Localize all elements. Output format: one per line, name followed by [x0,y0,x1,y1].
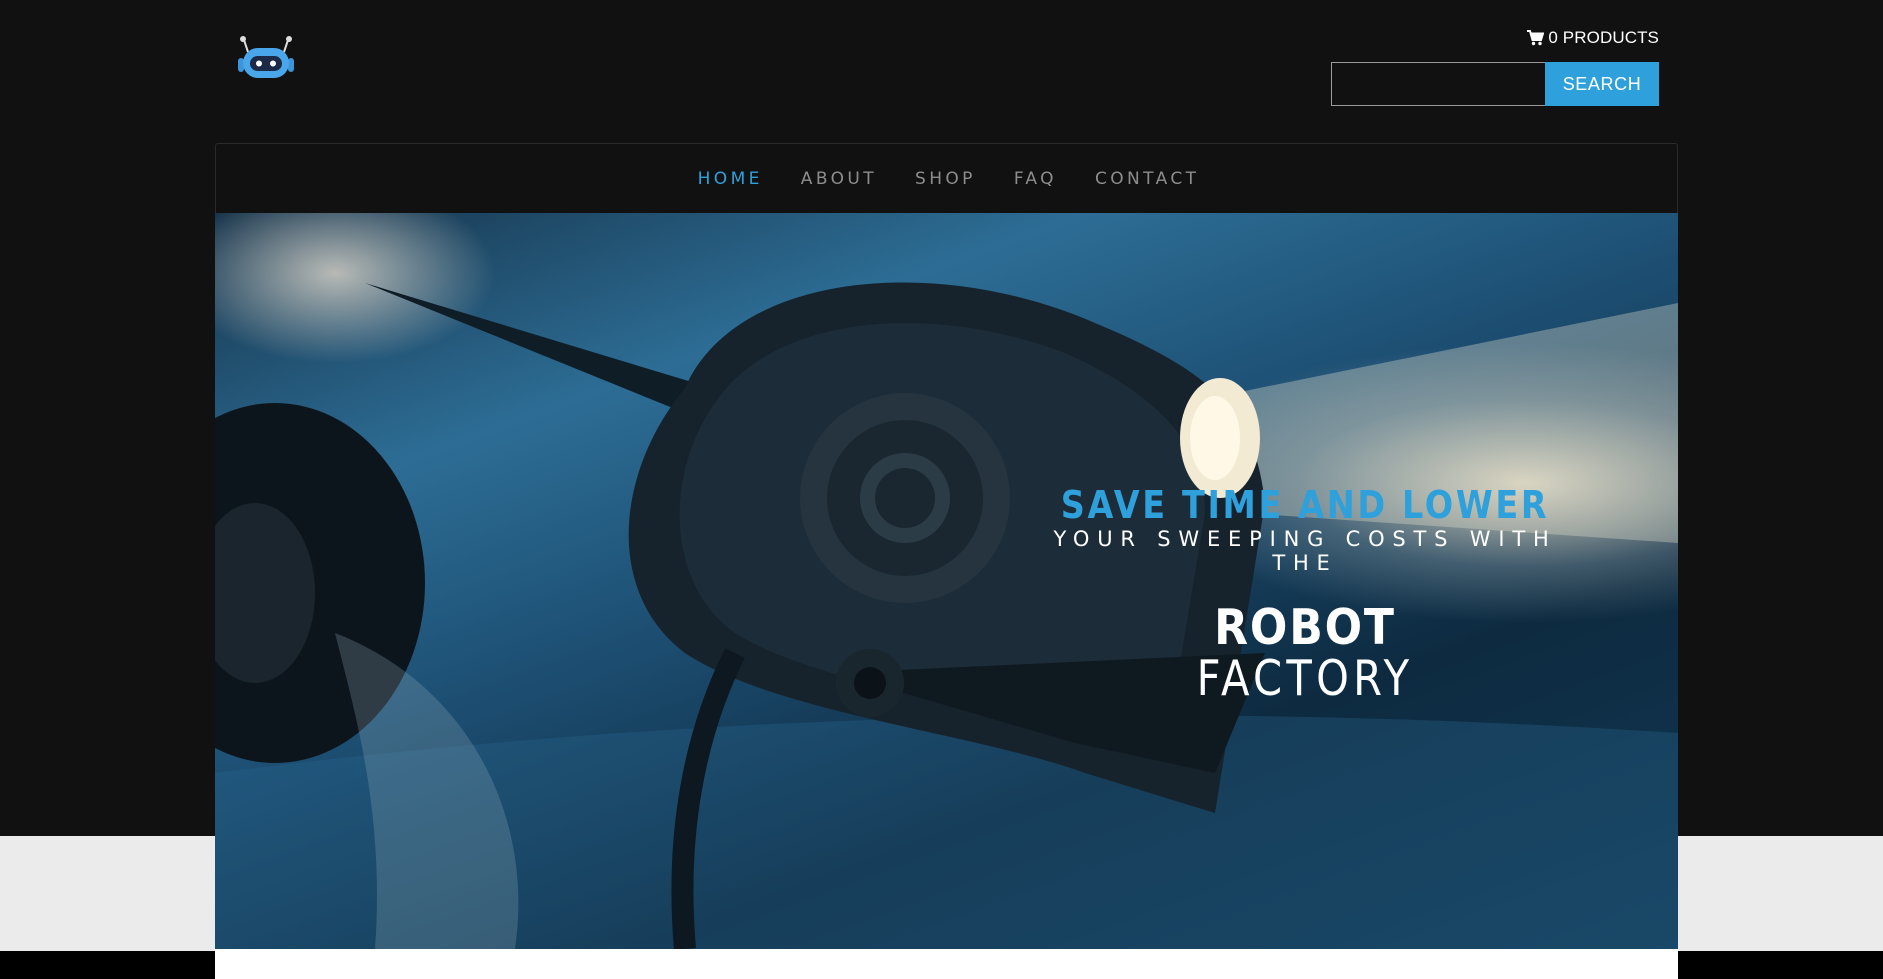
cart-link[interactable]: 0 PRODUCTS [1527,28,1659,48]
hero-headline: SAVE TIME AND LOWER [1060,483,1550,527]
cart-label: 0 PRODUCTS [1548,28,1659,47]
search-button[interactable]: SEARCH [1545,62,1659,106]
hero-subheadline: YOUR SWEEPING COSTS WITH THE [1053,527,1557,575]
search-form: SEARCH [1331,62,1659,106]
hero-brand-primary: ROBOT [1214,599,1396,656]
nav-item-home[interactable]: HOME [698,169,763,189]
robot-logo-icon[interactable] [236,34,296,80]
cart-icon [1527,30,1545,46]
hero-brand-secondary: FACTORY [1196,650,1414,707]
main-nav: HOME ABOUT SHOP FAQ CONTACT [215,143,1678,213]
nav-item-contact[interactable]: CONTACT [1095,169,1199,189]
content-panel [215,949,1678,979]
nav-item-faq[interactable]: FAQ [1014,169,1057,189]
hero-text: SAVE TIME AND LOWER YOUR SWEEPING COSTS … [1025,483,1585,707]
search-input[interactable] [1331,62,1545,106]
nav-item-shop[interactable]: SHOP [915,169,976,189]
hero-banner: SAVE TIME AND LOWER YOUR SWEEPING COSTS … [215,213,1678,949]
nav-item-about[interactable]: ABOUT [801,169,877,189]
